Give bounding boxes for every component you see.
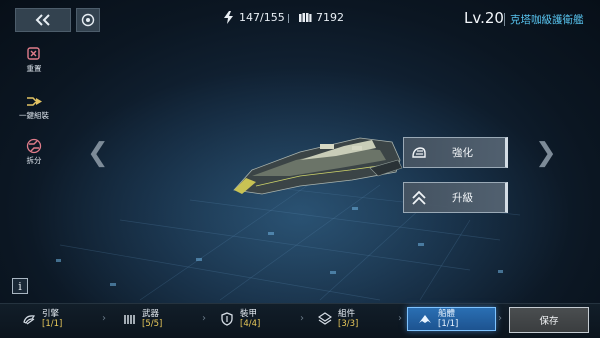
home-button[interactable] bbox=[76, 8, 100, 32]
engine-icon bbox=[23, 315, 36, 325]
tab-armor-label: 裝甲 bbox=[240, 309, 258, 319]
tab-separator: › bbox=[300, 313, 304, 324]
tab-separator: › bbox=[398, 313, 402, 324]
double-chevron-left-icon bbox=[35, 14, 50, 26]
info-button[interactable]: i bbox=[12, 278, 28, 294]
tab-component[interactable]: 組件 [3/3] bbox=[308, 307, 398, 331]
energy-value: 147/155 bbox=[239, 11, 285, 24]
upgrade-label: 升級 bbox=[452, 192, 473, 204]
energy-resource: 147/155 bbox=[222, 11, 285, 24]
tab-engine-label: 引擎 bbox=[42, 309, 60, 319]
target-icon bbox=[81, 13, 95, 27]
tab-hull-count: [1/1] bbox=[438, 319, 459, 329]
auto-assemble-label: 一鍵組裝 bbox=[19, 111, 49, 120]
enhance-button[interactable]: 強化 bbox=[403, 137, 508, 168]
reset-button[interactable]: 重置 bbox=[12, 46, 56, 74]
reset-icon bbox=[27, 47, 40, 60]
tab-armor-count: [4/4] bbox=[240, 319, 261, 329]
currency-resource: 7192 bbox=[298, 11, 344, 24]
next-ship-arrow[interactable]: ❯ bbox=[535, 140, 557, 166]
lightning-icon bbox=[224, 11, 233, 24]
reset-label: 重置 bbox=[26, 64, 42, 73]
tab-weapon-count: [5/5] bbox=[142, 319, 163, 329]
tab-separator: › bbox=[102, 313, 106, 324]
auto-assemble-button[interactable]: 一鍵組裝 bbox=[12, 94, 56, 121]
currency-value: 7192 bbox=[316, 11, 344, 24]
disassemble-label: 拆分 bbox=[26, 156, 42, 165]
back-button[interactable] bbox=[15, 8, 71, 32]
tab-engine[interactable]: 引擎 [1/1] bbox=[12, 307, 102, 331]
enhance-label: 強化 bbox=[452, 147, 473, 159]
tab-engine-count: [1/1] bbox=[42, 319, 63, 329]
tab-component-count: [3/3] bbox=[338, 319, 359, 329]
save-button[interactable]: 保存 bbox=[509, 307, 589, 333]
ship-model bbox=[233, 137, 403, 195]
hull-icon bbox=[419, 315, 431, 323]
tab-hull[interactable]: 船體 [1/1] bbox=[407, 307, 496, 331]
upgrade-button[interactable]: 升級 bbox=[403, 182, 508, 213]
armor-icon bbox=[221, 312, 233, 326]
tab-component-label: 組件 bbox=[338, 309, 356, 319]
resource-divider bbox=[288, 14, 289, 23]
hologram-grid bbox=[0, 0, 600, 337]
ship-name: 克塔咖級護衛艦 bbox=[510, 14, 584, 26]
tab-hull-label: 船體 bbox=[438, 309, 456, 319]
tab-armor[interactable]: 裝甲 [4/4] bbox=[210, 307, 300, 331]
tab-weapon[interactable]: 武器 [5/5] bbox=[112, 307, 202, 331]
tab-separator: › bbox=[498, 313, 502, 324]
weapon-icon bbox=[124, 315, 135, 324]
previous-ship-arrow[interactable]: ❮ bbox=[87, 140, 109, 166]
disassemble-button[interactable]: 拆分 bbox=[12, 138, 56, 166]
tab-separator: › bbox=[202, 313, 206, 324]
level-divider bbox=[504, 13, 505, 26]
fist-icon bbox=[299, 12, 312, 22]
component-icon bbox=[318, 312, 332, 325]
ship-level: Lv.20 bbox=[464, 9, 504, 27]
tab-weapon-label: 武器 bbox=[142, 309, 160, 319]
auto-assemble-icon bbox=[27, 97, 42, 106]
disassemble-icon bbox=[26, 138, 42, 154]
